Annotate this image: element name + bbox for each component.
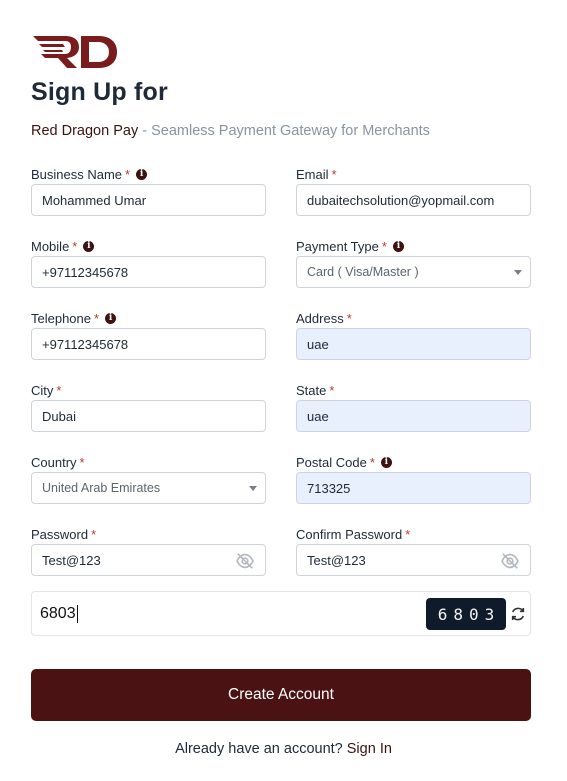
city-field-group: City * Dubai (31, 380, 266, 452)
payment-type-value: Card ( Visa/Master ) (307, 265, 419, 279)
country-label: Country (31, 454, 77, 470)
captcha-entered: 6803 (40, 605, 76, 623)
required-mark: * (56, 382, 62, 398)
chevron-down-icon (514, 270, 522, 275)
form-row: Mobile * i +97112345678 Payment Type * i Car… (31, 236, 531, 308)
required-mark: * (369, 454, 375, 470)
tagline: - Seamless Payment Gateway for Merchants (138, 123, 430, 139)
email-input[interactable]: dubaitechsolution@yopmail.com (296, 184, 531, 216)
business-name-label: Business Name (31, 166, 123, 182)
address-field-group: Address * uae (296, 308, 531, 380)
form-row: Password * Test@123 Confirm Password * Tes… (31, 524, 531, 596)
city-input[interactable]: Dubai (31, 400, 266, 432)
mobile-input[interactable]: +97112345678 (31, 256, 266, 288)
rd-logo (33, 36, 117, 68)
mobile-label: Mobile (31, 238, 70, 254)
postal-code-input[interactable]: 713325 (296, 472, 531, 504)
required-mark: * (331, 166, 337, 182)
page-title: Sign Up for (31, 78, 168, 106)
business-name-field-group: Business Name * i Mohammed Umar (31, 164, 266, 236)
email-label: Email (296, 166, 329, 182)
captcha-code: 6803 (426, 598, 506, 630)
header: Sign Up for Red Dragon Pay - Seamless Pa… (31, 30, 531, 139)
city-label: City (31, 382, 54, 398)
confirm-password-value: Test@123 (307, 552, 366, 568)
payment-type-label: Payment Type (296, 238, 379, 254)
form-row: City * Dubai State * uae (31, 380, 531, 452)
captcha-input[interactable]: 6803 (40, 605, 78, 623)
already-account-text: Already have an account? (175, 741, 347, 757)
state-input[interactable]: uae (296, 400, 531, 432)
chevron-down-icon (249, 486, 257, 491)
eye-off-icon[interactable] (500, 553, 520, 569)
refresh-icon[interactable] (510, 606, 526, 622)
required-mark: * (94, 310, 100, 326)
eye-off-icon[interactable] (235, 553, 255, 569)
password-field-group: Password * Test@123 (31, 524, 266, 596)
sign-in-prompt: Already have an account? Sign In (0, 741, 567, 757)
page-subtitle: Red Dragon Pay - Seamless Payment Gatewa… (31, 123, 531, 139)
required-mark: * (405, 526, 411, 542)
postal-code-label: Postal Code (296, 454, 367, 470)
payment-type-select[interactable]: Card ( Visa/Master ) (296, 256, 531, 288)
required-mark: * (125, 166, 131, 182)
telephone-label: Telephone (31, 310, 91, 326)
country-value: United Arab Emirates (42, 481, 161, 495)
form-row: Country * United Arab Emirates Postal Cod… (31, 452, 531, 524)
signup-form: Business Name * i Mohammed Umar Email * dub… (31, 164, 531, 596)
required-mark: * (79, 454, 85, 470)
confirm-password-label: Confirm Password (296, 526, 403, 542)
country-field-group: Country * United Arab Emirates (31, 452, 266, 524)
confirm-password-field-group: Confirm Password * Test@123 (296, 524, 531, 596)
info-icon[interactable]: i (392, 240, 404, 252)
payment-type-field-group: Payment Type * i Card ( Visa/Master ) (296, 236, 531, 308)
required-mark: * (72, 238, 78, 254)
form-row: Telephone * i +97112345678 Address * uae (31, 308, 531, 380)
info-icon[interactable]: i (380, 456, 392, 468)
postal-code-field-group: Postal Code * i 713325 (296, 452, 531, 524)
required-mark: * (346, 310, 352, 326)
business-name-input[interactable]: Mohammed Umar (31, 184, 266, 216)
password-label: Password (31, 526, 89, 542)
create-account-button[interactable]: Create Account (31, 669, 531, 721)
address-label: Address (296, 310, 344, 326)
telephone-input[interactable]: +97112345678 (31, 328, 266, 360)
confirm-password-input[interactable]: Test@123 (296, 544, 531, 576)
captcha-box: 6803 6803 (31, 591, 531, 636)
required-mark: * (91, 526, 97, 542)
password-input[interactable]: Test@123 (31, 544, 266, 576)
form-row: Business Name * i Mohammed Umar Email * dub… (31, 164, 531, 236)
password-value: Test@123 (42, 552, 101, 568)
info-icon[interactable]: i (136, 168, 148, 180)
address-input[interactable]: uae (296, 328, 531, 360)
state-label: State (296, 382, 327, 398)
mobile-field-group: Mobile * i +97112345678 (31, 236, 266, 308)
state-field-group: State * uae (296, 380, 531, 452)
text-cursor (76, 605, 78, 623)
country-select[interactable]: United Arab Emirates (31, 472, 266, 504)
email-field-group: Email * dubaitechsolution@yopmail.com (296, 164, 531, 236)
brand-name: Red Dragon Pay (31, 123, 139, 139)
required-mark: * (329, 382, 335, 398)
telephone-field-group: Telephone * i +97112345678 (31, 308, 266, 380)
info-icon[interactable]: i (83, 240, 95, 252)
required-mark: * (381, 238, 387, 254)
sign-in-link[interactable]: Sign In (347, 741, 392, 757)
info-icon[interactable]: i (105, 312, 117, 324)
